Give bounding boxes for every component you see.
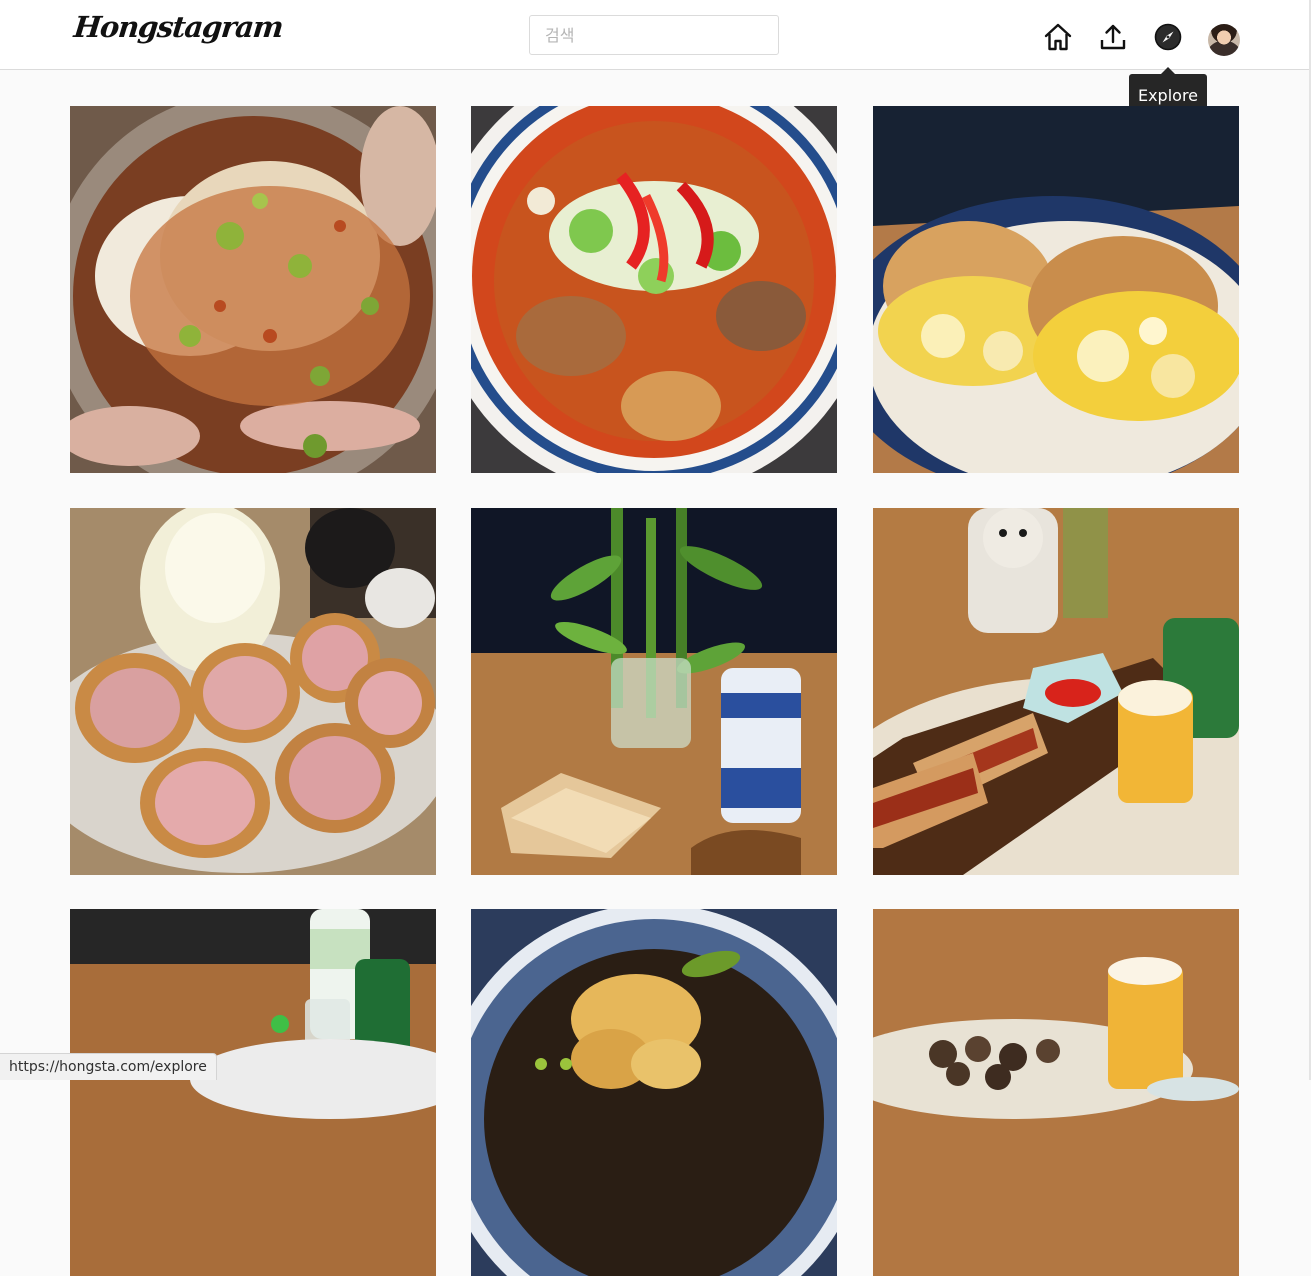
post-tile[interactable] — [471, 508, 837, 875]
search-input[interactable] — [529, 15, 779, 55]
home-icon — [1044, 23, 1072, 51]
home-button[interactable] — [1043, 22, 1073, 52]
photo-scrambled-egg-buns — [873, 106, 1239, 473]
photo-spicy-pork-tofu — [70, 106, 436, 473]
top-navigation-bar: Hongstagram — [0, 0, 1311, 70]
photo-pork-katsu-cabbage — [70, 508, 436, 875]
post-tile[interactable] — [70, 106, 436, 473]
post-tile[interactable] — [70, 508, 436, 875]
post-tile[interactable] — [873, 106, 1239, 473]
status-bar-url: https://hongsta.com/explore — [0, 1053, 217, 1080]
post-tile[interactable] — [471, 909, 837, 1276]
logo[interactable]: Hongstagram — [72, 10, 284, 44]
photo-beer-sausages — [873, 909, 1239, 1276]
photo-shrimp-tempura-soba — [471, 909, 837, 1276]
photo-grilled-sandwich-beer-bamboo — [471, 508, 837, 875]
photo-soju-beer-table — [70, 909, 436, 1276]
explore-button[interactable] — [1153, 22, 1183, 52]
avatar[interactable] — [1208, 24, 1240, 56]
photo-spicy-beef-tripe-soup — [471, 106, 837, 473]
post-tile[interactable] — [471, 106, 837, 473]
photo-hotdogs-beer-ketchup — [873, 508, 1239, 875]
upload-icon — [1100, 24, 1126, 50]
post-tile[interactable] — [70, 909, 436, 1276]
compass-icon — [1154, 23, 1182, 51]
upload-button[interactable] — [1098, 22, 1128, 52]
post-tile[interactable] — [873, 909, 1239, 1276]
post-tile[interactable] — [873, 508, 1239, 875]
